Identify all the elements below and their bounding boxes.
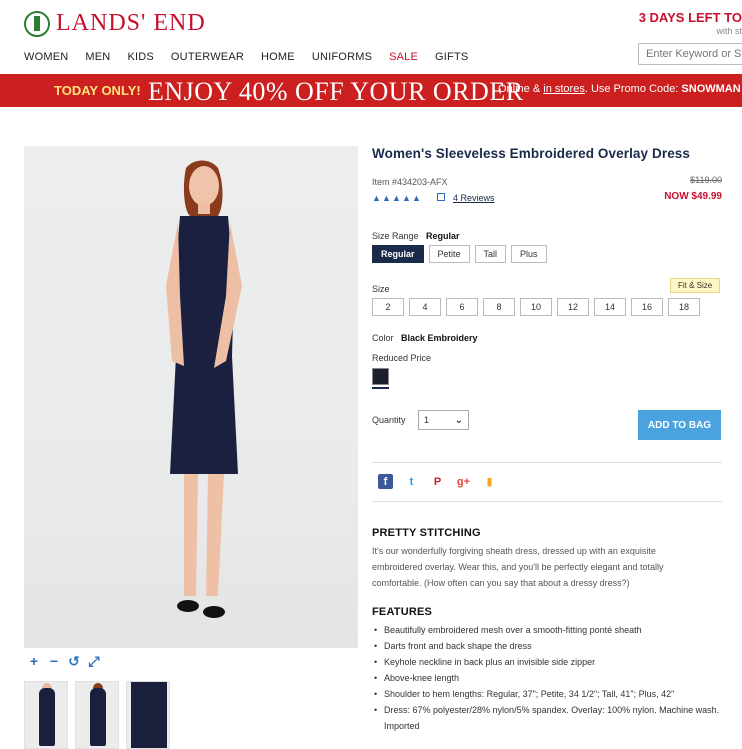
description-body: It's our wonderfully forgiving sheath dr… (372, 546, 664, 588)
banner-headline: ENJOY 40% OFF YOUR ORDER (148, 77, 524, 106)
facebook-icon[interactable]: f (378, 474, 393, 489)
add-to-bag-button[interactable]: ADD TO BAG (638, 410, 721, 440)
color-label-text: Color (372, 333, 394, 343)
image-zoom-controls: + − ↺ ⤢ (24, 650, 104, 672)
features-heading: FEATURES (372, 606, 433, 618)
thumbnail-detail[interactable] (126, 681, 170, 749)
model-figure (166, 160, 242, 618)
size-range-tall[interactable]: Tall (474, 245, 507, 263)
divider (372, 462, 722, 463)
nav-item-home[interactable]: HOME (261, 51, 295, 63)
quantity-label: Quantity (372, 415, 406, 425)
size-range-label: Size Range Regular (372, 231, 460, 241)
promo-countdown[interactable]: 3 DAYS LEFT TO with st (639, 10, 742, 36)
zoom-in-icon[interactable]: + (24, 650, 44, 672)
chevron-down-icon: ⌄ (454, 414, 463, 426)
banner-promo-code: SNOWMAN & (681, 83, 742, 95)
banner-sub-prefix: Online & (498, 83, 544, 95)
size-4[interactable]: 4 (409, 298, 441, 316)
size-range-options: Regular Petite Tall Plus (372, 245, 547, 263)
size-10[interactable]: 10 (520, 298, 552, 316)
list-item: Dress: 67% polyester/28% nylon/5% spande… (372, 702, 722, 734)
nav-item-women[interactable]: WOMEN (24, 51, 68, 63)
nav-item-outerwear[interactable]: OUTERWEAR (171, 51, 244, 63)
promo-countdown-headline: 3 DAYS LEFT TO (638, 10, 742, 25)
banner-today-label: TODAY ONLY! (54, 83, 141, 98)
list-item: Beautifully embroidered mesh over a smoo… (372, 622, 722, 638)
color-swatch-black-embroidery[interactable] (372, 368, 389, 385)
banner-sub: Online & in stores. Use Promo Code: SNOW… (498, 83, 742, 95)
nav-item-men[interactable]: MEN (85, 51, 110, 63)
quantity-value: 1 (424, 415, 430, 425)
zoom-out-icon[interactable]: − (44, 650, 64, 672)
size-14[interactable]: 14 (594, 298, 626, 316)
star-icon: ▲ (382, 193, 391, 203)
star-icon: ▲ (392, 193, 401, 203)
list-item: Keyhole neckline in back plus an invisib… (372, 654, 722, 670)
thumbnail-front[interactable] (24, 681, 68, 749)
star-icon: ▲ (412, 193, 421, 203)
size-18[interactable]: 18 (668, 298, 700, 316)
list-item: Above-knee length (372, 670, 722, 686)
size-range-regular[interactable]: Regular (372, 245, 424, 263)
original-price: $119.00 (690, 175, 722, 185)
size-range-label-text: Size Range (372, 231, 419, 241)
size-12[interactable]: 12 (557, 298, 589, 316)
brand-logo[interactable]: LANDS' END (24, 10, 206, 37)
size-8[interactable]: 8 (483, 298, 515, 316)
features-list: Beautifully embroidered mesh over a smoo… (372, 622, 722, 734)
color-value: Black Embroidery (401, 333, 478, 343)
rating-stars[interactable]: ▲ ▲ ▲ ▲ ▲ (372, 193, 421, 203)
google-plus-icon[interactable]: g+ (456, 474, 471, 489)
star-icon: ▲ (372, 193, 381, 203)
divider (372, 501, 722, 502)
size-range-petite[interactable]: Petite (428, 245, 470, 263)
nav-item-sale[interactable]: SALE (389, 51, 418, 63)
twitter-icon[interactable]: t (404, 474, 419, 489)
list-item: Darts front and back shape the dress (372, 638, 722, 654)
nav-item-uniforms[interactable]: UNIFORMS (312, 51, 372, 63)
promo-countdown-sub: with st (716, 26, 742, 36)
banner-sub-suffix: . Use Promo Code: (584, 83, 682, 95)
size-16[interactable]: 16 (631, 298, 663, 316)
lighthouse-icon (24, 10, 50, 37)
quantity-select[interactable]: 1 ⌄ (418, 410, 469, 430)
share-icons: f t P g+ ▮ (378, 474, 497, 489)
item-number: Item #434203-AFX (372, 177, 448, 187)
promo-banner[interactable]: TODAY ONLY! ENJOY 40% OFF YOUR ORDER Onl… (0, 74, 742, 107)
product-title: Women's Sleeveless Embroidered Overlay D… (372, 146, 691, 161)
banner-stores-link[interactable]: in stores (543, 83, 585, 95)
size-options: 2 4 6 8 10 12 14 16 18 (372, 298, 700, 316)
shopping-bag-icon[interactable]: ▮ (482, 474, 497, 489)
thumbnail-strip (24, 681, 170, 749)
reviews-icon (437, 193, 445, 201)
star-icon: ▲ (402, 193, 411, 203)
swatch-selected-indicator (372, 387, 389, 389)
pinterest-icon[interactable]: P (430, 474, 445, 489)
size-6[interactable]: 6 (446, 298, 478, 316)
brand-name: LANDS' END (56, 10, 206, 36)
color-label: Color Black Embroidery (372, 333, 478, 343)
size-label: Size (372, 284, 390, 294)
product-image[interactable] (24, 146, 358, 648)
fit-and-size-button[interactable]: Fit & Size (670, 278, 721, 293)
fullscreen-icon[interactable]: ⤢ (84, 650, 104, 672)
reduced-price-label: Reduced Price (372, 353, 432, 363)
sale-price: NOW $49.99 (664, 191, 722, 202)
size-range-value: Regular (426, 231, 460, 241)
nav-item-gifts[interactable]: GIFTS (435, 51, 468, 63)
list-item: Shoulder to hem lengths: Regular, 37"; P… (372, 686, 722, 702)
nav-item-kids[interactable]: KIDS (127, 51, 153, 63)
description-heading: PRETTY STITCHING (372, 527, 481, 539)
search-input[interactable] (638, 43, 742, 65)
thumbnail-back[interactable] (75, 681, 119, 749)
size-range-plus[interactable]: Plus (511, 245, 547, 263)
size-2[interactable]: 2 (372, 298, 404, 316)
reset-icon[interactable]: ↺ (64, 650, 84, 672)
reviews-link[interactable]: 4 Reviews (453, 193, 495, 203)
main-nav: WOMEN MEN KIDS OUTERWEAR HOME UNIFORMS S… (24, 51, 485, 63)
